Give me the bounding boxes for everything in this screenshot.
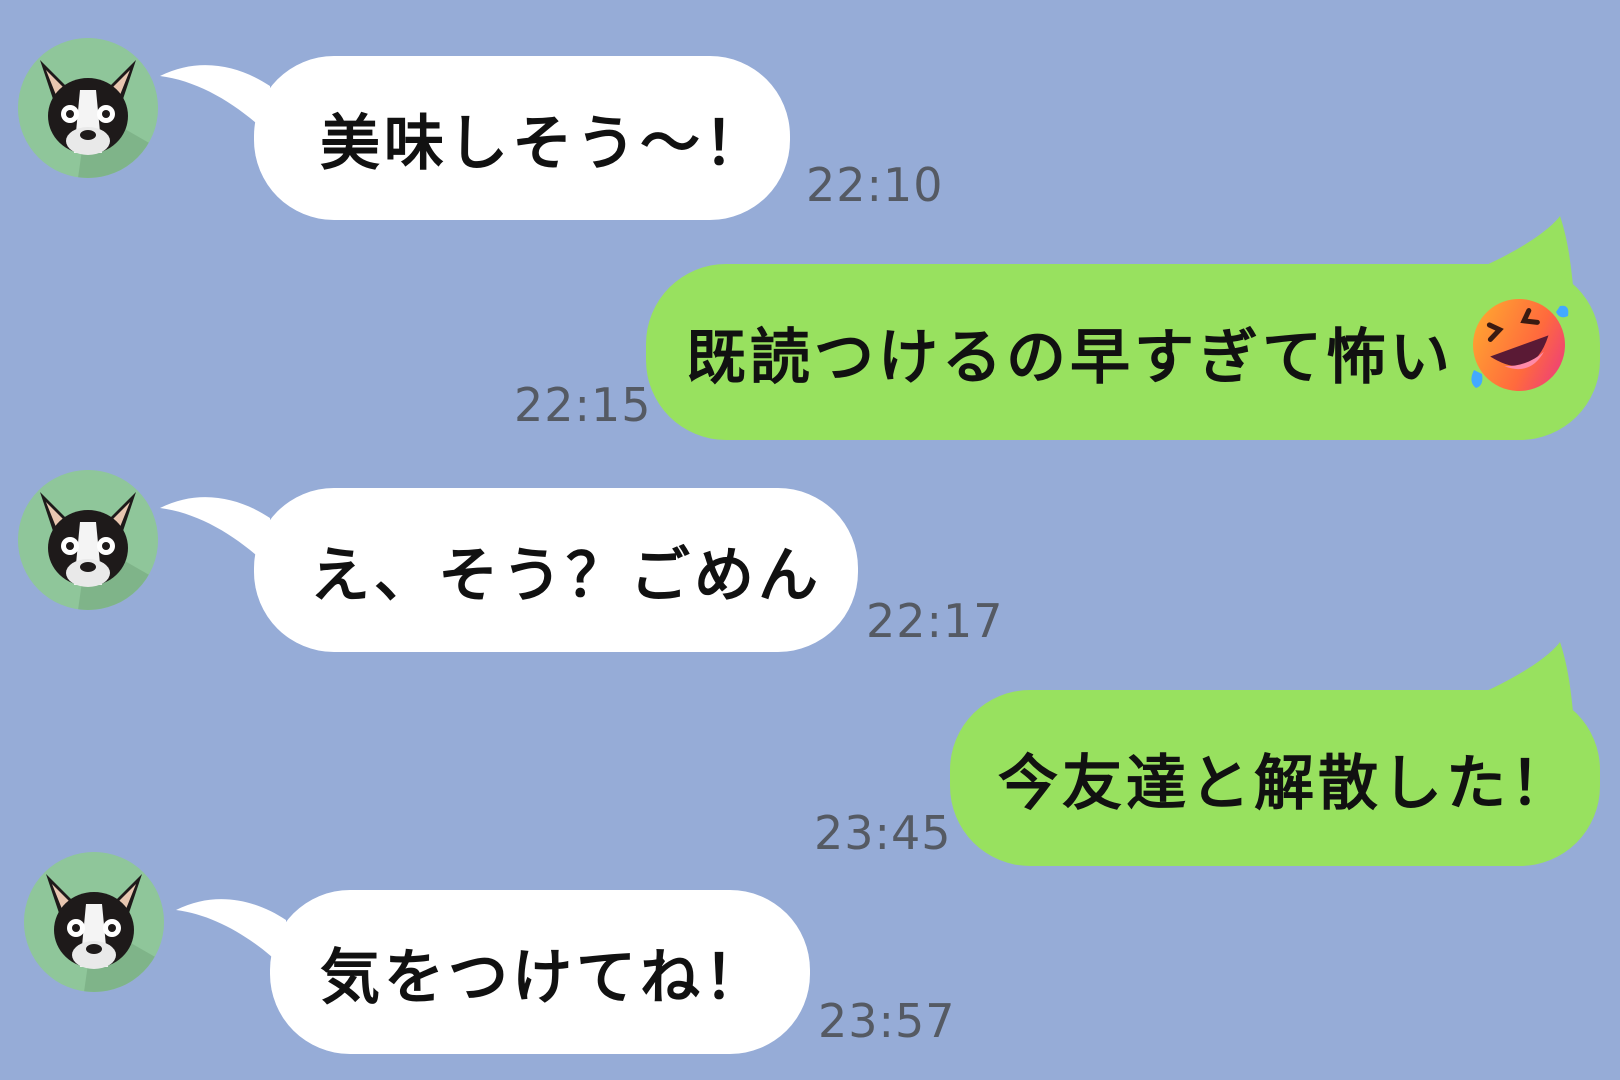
- message-timestamp: 22:10: [806, 158, 944, 212]
- french-bulldog-icon: [18, 470, 158, 610]
- french-bulldog-icon: [18, 38, 158, 178]
- message-bubble-outgoing[interactable]: 今友達と解散した！: [950, 690, 1600, 866]
- message-text: 美味しそう〜！: [320, 108, 768, 179]
- rolling-on-floor-laughing-icon: [1464, 290, 1574, 415]
- message-text: 今友達と解散した！: [998, 748, 1574, 819]
- message-bubble-incoming[interactable]: え、そう？ごめん: [254, 488, 858, 652]
- message-bubble-incoming[interactable]: 美味しそう〜！: [254, 56, 790, 220]
- message-bubble-incoming[interactable]: 気をつけてね！: [270, 890, 810, 1054]
- message-text: え、そう？ごめん: [310, 540, 822, 611]
- avatar[interactable]: [18, 470, 158, 610]
- message-text: 気をつけてね！: [320, 942, 768, 1013]
- message-timestamp: 23:45: [814, 806, 952, 860]
- message-bubble-outgoing[interactable]: 既読つけるの早すぎて怖い: [646, 264, 1600, 440]
- message-text: 既読つけるの早すぎて怖い: [686, 322, 1454, 393]
- message-timestamp: 22:15: [514, 378, 652, 432]
- avatar[interactable]: [24, 852, 164, 992]
- avatar[interactable]: [18, 38, 158, 178]
- message-timestamp: 22:17: [866, 594, 1004, 648]
- message-timestamp: 23:57: [818, 994, 956, 1048]
- french-bulldog-icon: [24, 852, 164, 992]
